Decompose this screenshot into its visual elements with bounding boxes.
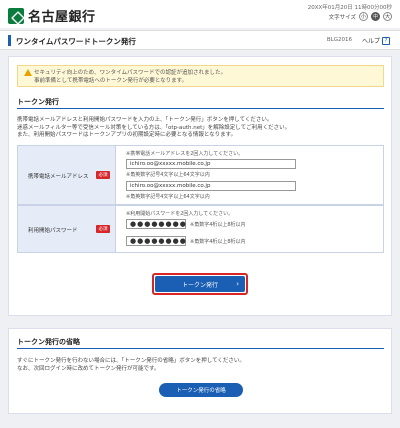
instruction-line-1: 携帯電話メールアドレスと利用開始パスワードを入力の上、「トークン発行」ボタンを押…: [17, 117, 273, 123]
notice-line-2: 事前準備として携帯電話へのトークン発行が必要となります。: [34, 78, 188, 84]
email-form-row: 携帯電話メールアドレス 必須 ※携帯電話メールアドレスを2回入力してください。 …: [17, 145, 384, 205]
page-title: ワンタイムパスワードトークン発行: [16, 37, 136, 46]
password-input-2[interactable]: ●●●●●●●●: [126, 236, 186, 246]
email-note: ※携帯電話メールアドレスを2回入力してください。: [126, 151, 244, 157]
font-size-selector: 文字サイズ 小 中 大: [329, 12, 392, 21]
password-row-label: 利用開始パスワード 必須: [18, 206, 116, 252]
password-input-1[interactable]: ●●●●●●●●: [126, 219, 186, 229]
required-badge: 必須: [96, 171, 110, 179]
section-divider: [17, 108, 384, 109]
help-label: ヘルプ: [361, 38, 380, 45]
skip-section-heading: トークン発行の省略: [17, 338, 80, 346]
security-notice: セキュリティ向上のため、ワンタイムパスワードでの認証が追加されました。 事前準備…: [17, 65, 384, 87]
token-section-heading: トークン発行: [17, 98, 59, 106]
help-icon: ?: [382, 36, 390, 45]
bank-logo[interactable]: 名古屋銀行: [8, 6, 96, 25]
header: 名古屋銀行 20XX年01月20日 11時00分00秒 文字サイズ 小 中 大: [0, 0, 400, 28]
issue-button-highlight: トークン発行 ›: [152, 273, 248, 295]
email-hint-1: ※角英数字記号4文字以上64文字以内: [126, 172, 210, 178]
notice-line-1: セキュリティ向上のため、ワンタイムパスワードでの認証が追加されました。: [34, 70, 227, 76]
font-size-label: 文字サイズ: [328, 14, 356, 21]
bank-logo-icon: [8, 7, 24, 24]
font-size-large-button[interactable]: 大: [383, 12, 392, 21]
help-link[interactable]: ヘルプ ?: [362, 36, 390, 45]
page-id: BLG2016: [326, 37, 352, 43]
password-hint-1: ※角数字4桁以上8桁以内: [190, 222, 246, 228]
password-form-row: 利用開始パスワード 必須 ※利用開始パスワードを2回入力してください。 ●●●●…: [17, 205, 384, 253]
chevron-right-icon: ›: [236, 280, 239, 288]
issue-token-button[interactable]: トークン発行 ›: [155, 276, 245, 292]
skip-line-2: なお、次回ログイン時に改めてトークン発行が可能です。: [17, 366, 160, 372]
skip-instructions: すぐにトークン発行を行わない場合には、「トークン発行の省略」ボタンを押してくださ…: [17, 357, 245, 373]
notice-text: セキュリティ向上のため、ワンタイムパスワードでの認証が追加されました。 事前準備…: [34, 69, 226, 85]
instruction-line-2: 迷惑メールフィルター等で受信メール対策をしている方は、「otp-auth.net…: [17, 124, 291, 131]
email-row-label: 携帯電話メールアドレス 必須: [18, 146, 116, 204]
warning-icon: [24, 69, 32, 76]
instruction-line-3: また、利用開始パスワードはトークンアプリの初期設定時に必要となる情報となります。: [17, 132, 237, 138]
title-accent: [8, 35, 11, 46]
required-badge: 必須: [96, 225, 110, 233]
title-bar: ワンタイムパスワードトークン発行 BLG2016 ヘルプ ?: [0, 30, 400, 50]
font-size-medium-button[interactable]: 中: [371, 12, 380, 21]
email-label: 携帯電話メールアドレス: [28, 174, 89, 180]
email-input-1[interactable]: ichiro.oo@xxxxx.mobile.co.jp: [126, 159, 296, 169]
password-label: 利用開始パスワード: [28, 228, 78, 234]
email-hint-2: ※角英数字記号4文字以上64文字以内: [126, 194, 210, 200]
skip-token-card: トークン発行の省略 すぐにトークン発行を行わない場合には、「トークン発行の省略」…: [8, 328, 392, 414]
issue-button-label: トークン発行: [181, 281, 218, 289]
section-divider: [17, 348, 384, 349]
skip-token-button[interactable]: トークン発行の省略: [159, 383, 243, 397]
email-input-2[interactable]: ichiro.oo@xxxxx.mobile.co.jp: [126, 181, 296, 191]
font-size-small-button[interactable]: 小: [359, 12, 368, 21]
login-datetime: 20XX年01月20日 11時00分00秒: [307, 5, 392, 11]
token-instructions: 携帯電話メールアドレスと利用開始パスワードを入力の上、「トークン発行」ボタンを押…: [17, 117, 384, 140]
skip-line-1: すぐにトークン発行を行わない場合には、「トークン発行の省略」ボタンを押してくださ…: [17, 358, 245, 364]
password-note: ※利用開始パスワードを2回入力してください。: [126, 211, 234, 217]
bank-name: 名古屋銀行: [28, 10, 96, 25]
password-hint-2: ※角数字4桁以上8桁以内: [190, 239, 246, 245]
